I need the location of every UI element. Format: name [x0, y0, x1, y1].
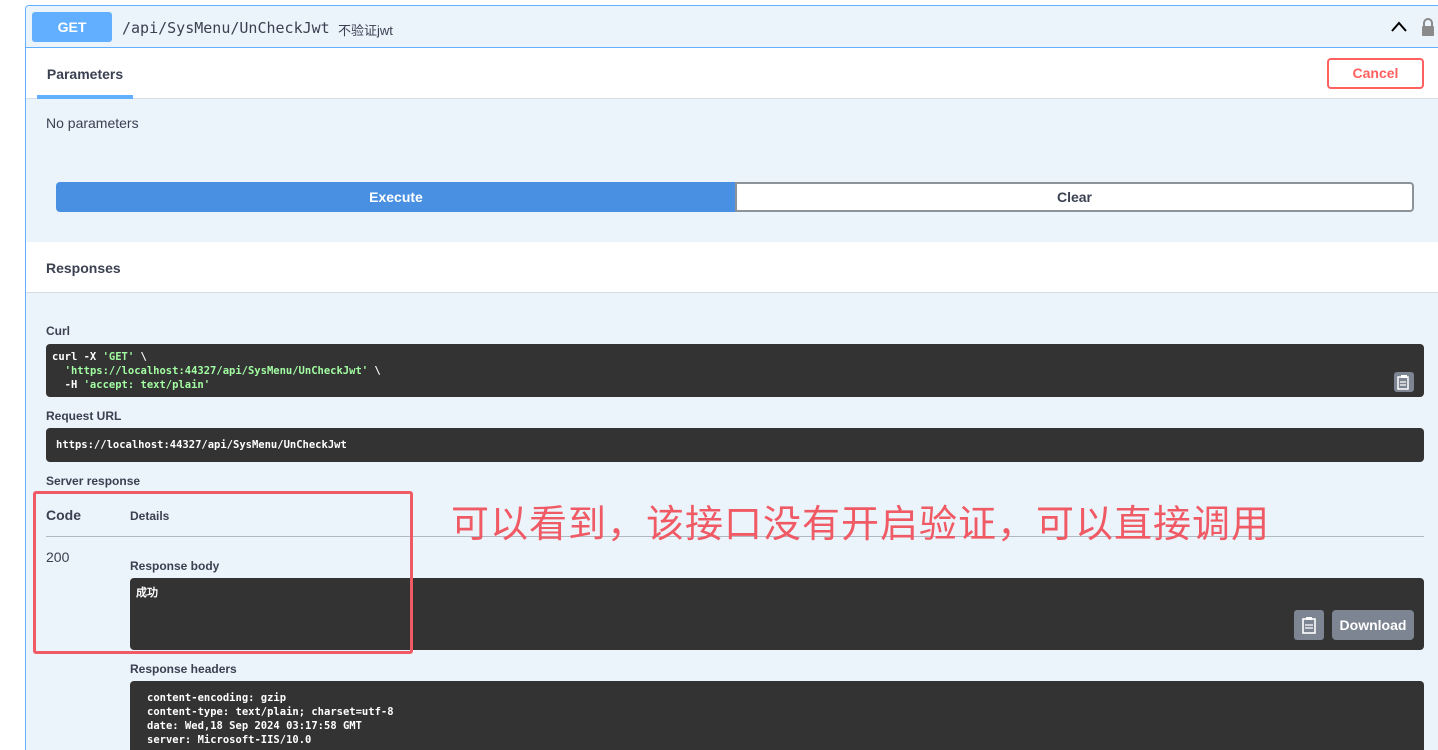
- curl-line3-flag: -H: [52, 379, 84, 391]
- response-header-line: content-type: text/plain; charset=utf-8: [147, 706, 394, 718]
- execute-button[interactable]: Execute: [56, 182, 736, 212]
- curl-code-block[interactable]: curl -X 'GET' \ 'https://localhost:44327…: [46, 344, 1424, 397]
- response-header-line: content-encoding: gzip: [147, 692, 287, 704]
- responses-title: Responses: [46, 260, 121, 276]
- copy-response-icon[interactable]: [1294, 610, 1324, 640]
- server-response-label: Server response: [46, 474, 141, 488]
- annotation-highlight-box: [33, 491, 413, 654]
- curl-label: Curl: [46, 324, 70, 338]
- method-badge: GET: [32, 12, 112, 42]
- curl-line2-tail: \: [368, 365, 381, 377]
- download-button[interactable]: Download: [1332, 610, 1414, 640]
- curl-line3-header: 'accept: text/plain': [83, 379, 211, 391]
- parameters-header: Parameters Cancel: [26, 48, 1438, 99]
- response-headers-label: Response headers: [130, 662, 237, 676]
- operation-path: /api/SysMenu/UnCheckJwt: [122, 19, 330, 37]
- responses-header: Responses: [26, 242, 1438, 293]
- operation-summary[interactable]: GET /api/SysMenu/UnCheckJwt 不验证jwt: [26, 6, 1438, 48]
- tab-parameters[interactable]: Parameters: [37, 48, 133, 99]
- curl-line1-method: 'GET': [102, 351, 135, 363]
- chevron-up-icon[interactable]: [1389, 18, 1409, 36]
- copy-curl-icon[interactable]: [1394, 372, 1414, 392]
- lock-icon[interactable]: [1421, 17, 1435, 37]
- curl-line2-url: 'https://localhost:44327/api/SysMenu/UnC…: [64, 365, 369, 377]
- cancel-button[interactable]: Cancel: [1327, 58, 1424, 89]
- operation-description: 不验证jwt: [338, 23, 393, 38]
- response-header-line: server: Microsoft-IIS/10.0: [147, 734, 312, 746]
- curl-line1-tail: \: [134, 351, 147, 363]
- request-url-block[interactable]: https://localhost:44327/api/SysMenu/UnCh…: [46, 428, 1424, 462]
- curl-line1-cmd: curl -X: [52, 351, 103, 363]
- execute-wrapper: Execute Clear: [56, 182, 1414, 212]
- annotation-text: 可以看到，该接口没有开启验证，可以直接调用: [451, 502, 1271, 546]
- response-header-line: date: Wed,18 Sep 2024 03:17:58 GMT: [147, 720, 362, 732]
- request-url-label: Request URL: [46, 409, 122, 423]
- response-headers-block[interactable]: content-encoding: gzip content-type: tex…: [130, 681, 1424, 750]
- no-parameters-text: No parameters: [46, 115, 139, 131]
- clear-button[interactable]: Clear: [735, 182, 1414, 212]
